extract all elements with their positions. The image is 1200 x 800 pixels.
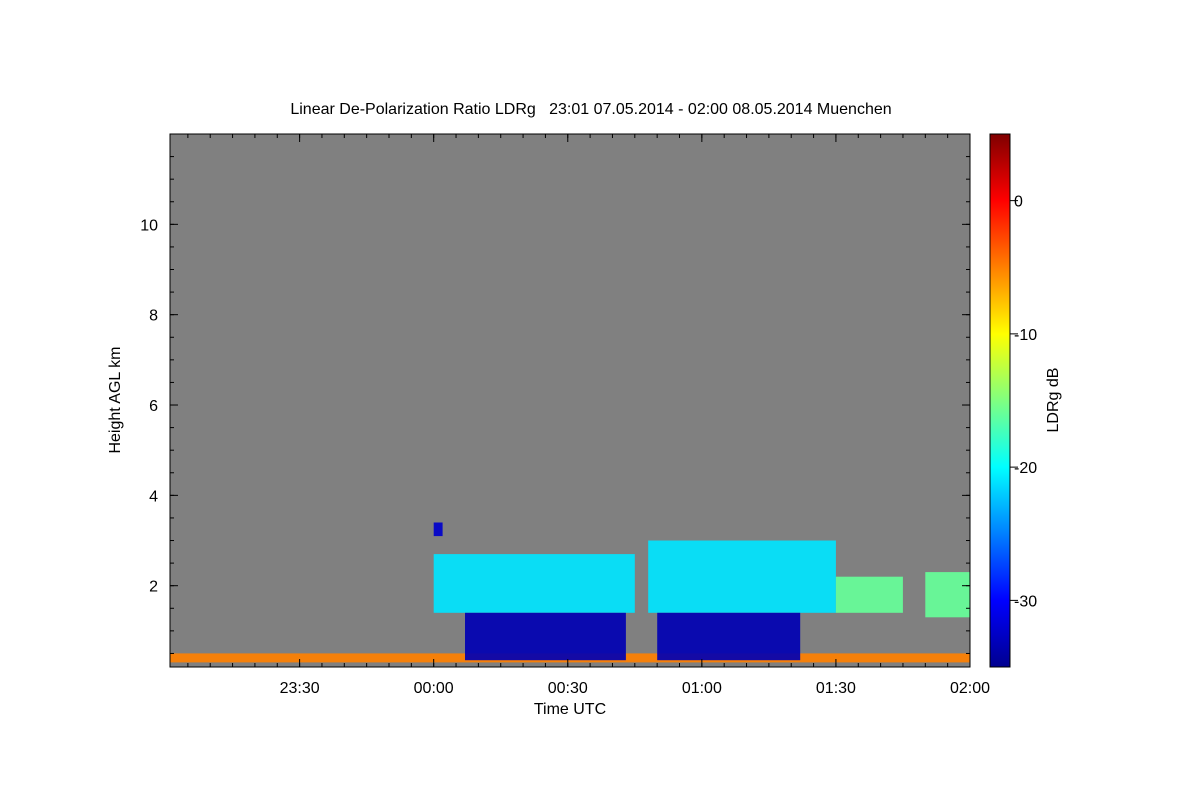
data-region-7 [835,576,903,613]
colorbar: 0 -10 -20 -30 LDRg dB [989,133,1062,668]
y-tick-label: 8 [149,308,158,325]
colorbar-tick-label: -30 [1014,593,1037,610]
data-region-5 [648,540,836,613]
colorbar-gradient [989,133,1011,668]
data-region-2 [433,522,443,537]
x-tick-label: 00:00 [414,680,454,697]
y-tick-label: 2 [149,579,158,596]
data-region-4 [465,612,626,661]
x-tick-label: 02:00 [950,680,990,697]
data-region-6 [657,612,801,661]
y-axis-label: Height AGL km [107,346,124,453]
y-tick-label: 4 [149,488,158,505]
ldr-chart: Linear De-Polarization Ratio LDRg 23:01 … [107,101,1062,718]
colorbar-ticks: 0 -10 -20 -30 [1010,194,1037,610]
data-region-8 [925,572,970,618]
x-axis-label: Time UTC [534,701,606,718]
x-tick-label: 00:30 [548,680,588,697]
y-tick-label: 6 [149,398,158,415]
plot-area [169,133,971,668]
x-tick-label: 23:30 [280,680,320,697]
colorbar-tick-label: -10 [1014,327,1037,344]
x-tick-label: 01:00 [682,680,722,697]
x-tick-label: 01:30 [816,680,856,697]
colorbar-label: LDRg dB [1045,368,1062,433]
chart-title: Linear De-Polarization Ratio LDRg 23:01 … [290,101,891,118]
y-tick-label: 10 [140,217,158,234]
colorbar-tick-label: 0 [1014,194,1023,211]
data-region-3 [433,554,635,613]
colorbar-tick-label: -20 [1014,460,1037,477]
